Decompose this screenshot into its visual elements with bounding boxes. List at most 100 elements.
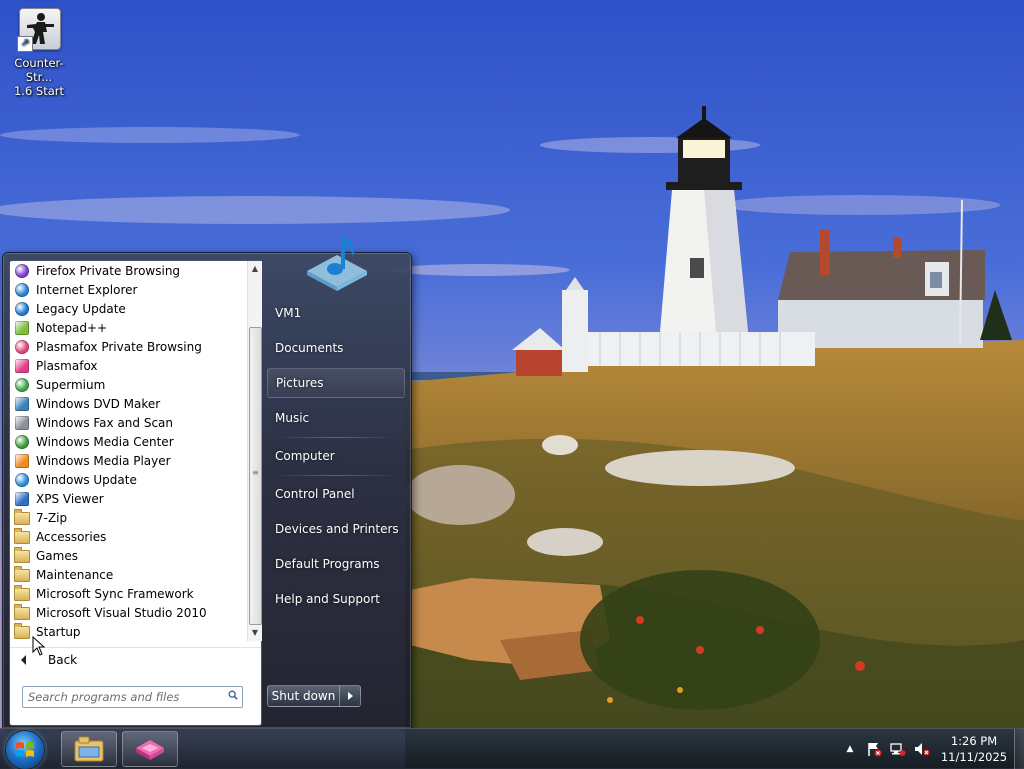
media-center-icon [14, 434, 30, 450]
program-label: Microsoft Visual Studio 2010 [36, 605, 207, 620]
program-item[interactable]: Windows Update [10, 470, 247, 489]
program-label: Microsoft Sync Framework [36, 586, 194, 601]
start-menu: Firefox Private Browsing Internet Explore… [2, 237, 412, 729]
scroll-up-icon[interactable]: ▲ [248, 261, 262, 277]
program-item[interactable]: Windows Media Player [10, 451, 247, 470]
program-label: Plasmafox [36, 358, 98, 373]
folder-icon [14, 623, 30, 640]
program-label: Windows Media Center [36, 434, 174, 449]
supermium-icon [14, 377, 30, 393]
taskbar-file-explorer-button[interactable] [61, 731, 117, 767]
program-item[interactable]: Windows Fax and Scan [10, 413, 247, 432]
xps-viewer-icon [14, 491, 30, 507]
music-link[interactable]: Music [267, 403, 405, 433]
firefox-private-icon [14, 263, 30, 279]
notification-area: ▲ [842, 737, 930, 761]
back-label: Back [48, 653, 78, 667]
pictures-link[interactable]: Pictures [267, 368, 405, 398]
show-desktop-button[interactable] [1014, 729, 1024, 769]
volume-muted-icon[interactable] [914, 741, 930, 757]
desktop-icon-label-line1: Counter-Str... [14, 56, 64, 84]
mouse-cursor-icon [32, 636, 46, 656]
back-button[interactable]: Back [10, 647, 261, 672]
help-support-link[interactable]: Help and Support [267, 584, 405, 614]
shut-down-button[interactable]: Shut down [267, 685, 340, 707]
desktop-icon-counter-strike[interactable]: ↗ Counter-Str... 1.6 Start [2, 6, 76, 98]
program-item[interactable]: Internet Explorer [10, 280, 247, 299]
start-button[interactable] [6, 731, 44, 769]
search-input[interactable] [23, 688, 218, 706]
default-programs-link[interactable]: Default Programs [267, 549, 405, 579]
network-icon[interactable] [890, 741, 906, 757]
program-item[interactable]: XPS Viewer [10, 489, 247, 508]
search-icon[interactable] [228, 690, 238, 700]
programs-scrollbar[interactable]: ▲ ≡ ▼ [247, 261, 262, 641]
program-label: Accessories [36, 529, 107, 544]
folder-library-icon [74, 736, 104, 762]
program-item[interactable]: 7-Zip [10, 508, 247, 527]
program-item[interactable]: Microsoft Visual Studio 2010 [10, 603, 247, 622]
program-item[interactable]: Plasmafox Private Browsing [10, 337, 247, 356]
notepad-plus-plus-icon [14, 320, 30, 336]
program-item[interactable]: Games [10, 546, 247, 565]
fax-scan-icon [14, 415, 30, 431]
program-item[interactable]: Firefox Private Browsing [10, 261, 247, 280]
program-label: Windows Media Player [36, 453, 171, 468]
user-folder-link[interactable]: VM1 [267, 298, 405, 328]
default-programs-label: Default Programs [275, 557, 380, 571]
program-item[interactable]: Notepad++ [10, 318, 247, 337]
computer-link[interactable]: Computer [267, 441, 405, 471]
counter-strike-icon: ↗ [17, 6, 61, 52]
program-label: Games [36, 548, 78, 563]
scroll-thumb[interactable]: ≡ [249, 327, 262, 625]
all-programs-list: Firefox Private Browsing Internet Explore… [10, 261, 247, 641]
shut-down-label: Shut down [271, 689, 336, 703]
internet-explorer-icon [14, 282, 30, 298]
program-item[interactable]: Legacy Update [10, 299, 247, 318]
plasmafox-icon [14, 358, 30, 374]
program-label: Windows Update [36, 472, 137, 487]
program-label: 7-Zip [36, 510, 68, 525]
plasmafox-icon [136, 740, 164, 760]
program-label: Legacy Update [36, 301, 126, 316]
show-hidden-icons-button[interactable]: ▲ [842, 741, 858, 757]
program-item[interactable]: Plasmafox [10, 356, 247, 375]
program-label: Internet Explorer [36, 282, 138, 297]
program-item[interactable]: Windows Media Center [10, 432, 247, 451]
folder-icon [14, 509, 30, 526]
start-menu-left-pane: Firefox Private Browsing Internet Explore… [9, 260, 262, 726]
program-item[interactable]: Maintenance [10, 565, 247, 584]
media-player-icon [14, 453, 30, 469]
scroll-down-icon[interactable]: ▼ [248, 625, 262, 641]
chevron-right-icon [347, 692, 353, 700]
program-item[interactable]: Supermium [10, 375, 247, 394]
computer-label: Computer [275, 449, 335, 463]
search-box[interactable] [22, 686, 243, 708]
program-label: XPS Viewer [36, 491, 104, 506]
user-picture-music-icon[interactable] [303, 229, 371, 293]
program-item[interactable]: Accessories [10, 527, 247, 546]
taskbar: ▲ 1:26 PM 11/11/2025 [0, 728, 1024, 769]
shut-down-options-button[interactable] [340, 685, 361, 707]
back-arrow-icon [21, 655, 26, 665]
program-item[interactable]: Windows DVD Maker [10, 394, 247, 413]
program-item[interactable]: Microsoft Sync Framework [10, 584, 247, 603]
dvd-maker-icon [14, 396, 30, 412]
action-center-flag-icon[interactable] [866, 741, 882, 757]
devices-printers-link[interactable]: Devices and Printers [267, 514, 405, 544]
clock[interactable]: 1:26 PM 11/11/2025 [938, 733, 1010, 765]
folder-icon [14, 528, 30, 545]
pictures-label: Pictures [276, 376, 324, 390]
windows-update-icon [14, 472, 30, 488]
legacy-update-icon [14, 301, 30, 317]
program-label: Firefox Private Browsing [36, 263, 181, 278]
windows-logo-icon [16, 742, 34, 757]
documents-link[interactable]: Documents [267, 333, 405, 363]
taskbar-plasmafox-button[interactable] [122, 731, 178, 767]
music-label: Music [275, 411, 310, 425]
program-label: Notepad++ [36, 320, 108, 335]
shortcut-arrow-icon: ↗ [17, 36, 33, 52]
grip-icon: ≡ [252, 468, 259, 477]
desktop-icon-label-line2: 1.6 Start [13, 84, 65, 98]
control-panel-link[interactable]: Control Panel [267, 479, 405, 509]
